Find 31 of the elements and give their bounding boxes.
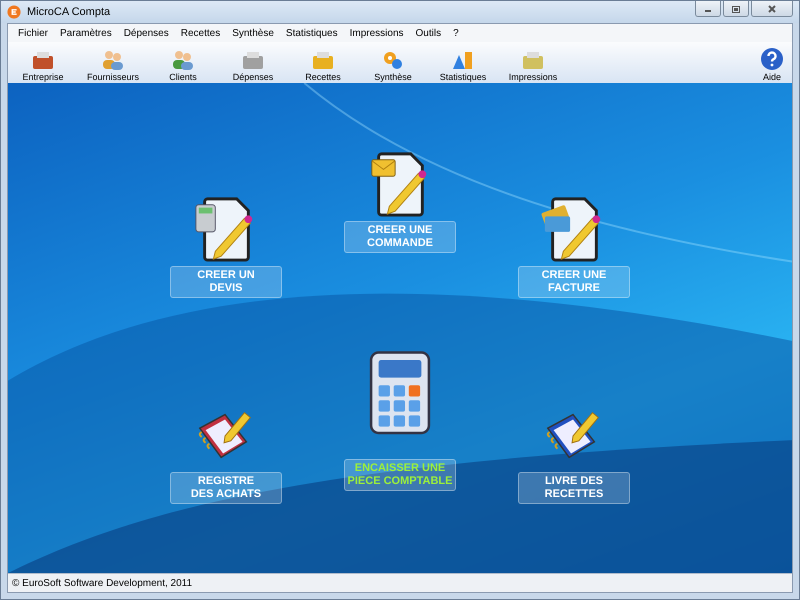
toolbar-button[interactable]: Synthèse (358, 49, 428, 82)
menu-item[interactable]: Outils (410, 28, 448, 38)
toolbar-button[interactable]: Recettes (288, 49, 358, 82)
toolbar-button[interactable]: Dépenses (218, 49, 288, 82)
minimize-icon (705, 10, 711, 12)
people-icon (170, 49, 196, 71)
minimize-button[interactable] (695, 1, 721, 17)
menu-item[interactable]: Synthèse (226, 28, 280, 38)
toolbar-button[interactable]: Impressions (498, 49, 568, 82)
menu-item[interactable]: Statistiques (280, 28, 344, 38)
people-icon (100, 49, 126, 71)
close-icon (767, 4, 777, 14)
menu-item[interactable]: Dépenses (118, 28, 175, 38)
status-bar: © EuroSoft Software Development, 2011 (8, 573, 792, 592)
app-logo-icon (7, 5, 21, 19)
toolbar-button[interactable]: Statistiques (428, 49, 498, 82)
toolbar-button[interactable]: Fournisseurs (78, 49, 148, 82)
menu-item[interactable]: ? (447, 28, 465, 38)
toolbar-button[interactable]: Entreprise (8, 49, 78, 82)
toolbar-button[interactable]: Clients (148, 49, 218, 82)
menu-item[interactable]: Paramètres (54, 28, 118, 38)
window-title: MicroCA Compta (27, 6, 110, 18)
close-button[interactable] (751, 1, 793, 17)
menu-item[interactable]: Recettes (174, 28, 226, 38)
menu-item[interactable]: Fichier (12, 28, 54, 38)
menu-item[interactable]: Impressions (344, 28, 410, 38)
shortcut-button[interactable]: LIVRE DES RECETTES (518, 472, 630, 504)
help-button[interactable]: Aide (752, 47, 792, 82)
help-icon (760, 47, 784, 71)
restore-button[interactable] (723, 1, 749, 17)
restore-icon (731, 4, 741, 14)
